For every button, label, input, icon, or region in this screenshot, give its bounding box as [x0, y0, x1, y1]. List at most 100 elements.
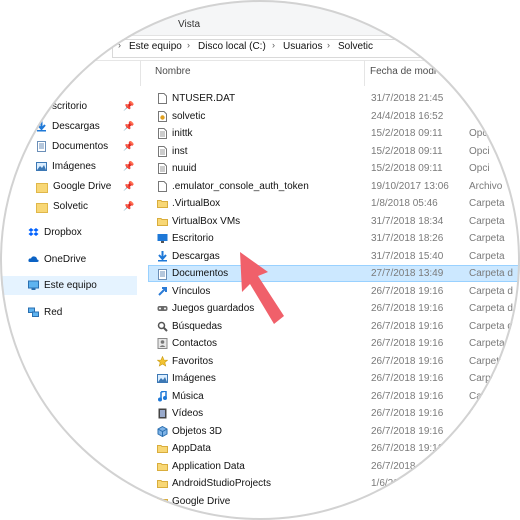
file-type: Carpeta [469, 215, 505, 227]
table-row[interactable]: Google Drive 26/7/2018 19:16 Carpeta d [140, 493, 520, 510]
table-row[interactable]: Música 26/7/2018 19:16 Carpeta d [140, 388, 520, 405]
table-row[interactable]: Application Data 26/7/2018 19:16 Carpeta d [140, 458, 520, 475]
folder-icon [36, 182, 48, 193]
table-row-selected[interactable]: Documentos 27/7/2018 13:49 Carpeta d [148, 265, 520, 282]
nav-label: Red [44, 307, 63, 318]
file-type: Carpeta d [469, 443, 513, 454]
nav-label: Dropbox [44, 227, 82, 238]
table-row[interactable]: inst 15/2/2018 09:11 Opci [140, 143, 520, 160]
table-row[interactable]: NTUSER.DAT 31/7/2018 21:45 [140, 90, 520, 107]
nav-quick-access[interactable]: o rápido [11, 78, 65, 97]
contacts-icon [157, 338, 168, 352]
file-date: 26/7/2018 19:16 [371, 460, 444, 472]
table-row[interactable]: Escritorio 31/7/2018 18:26 Carpeta [140, 230, 520, 247]
nav-item-documentos[interactable]: Documentos [36, 137, 108, 156]
file-date: 31/7/2018 15:40 [371, 250, 444, 262]
document-icon [36, 141, 47, 152]
breadcrumb-disco-local[interactable]: Disco local (C:) [198, 41, 266, 52]
breadcrumb-usuarios[interactable]: Usuarios [283, 41, 322, 52]
table-row[interactable]: Vínculos 26/7/2018 19:16 Carpeta d [140, 283, 520, 300]
table-row[interactable]: inittk 15/2/2018 09:11 Opci [140, 125, 520, 142]
breadcrumb-este-equipo[interactable]: Este equipo [129, 41, 182, 52]
file-date: 26/7/2018 19:16 [371, 443, 444, 454]
nav-item-onedrive[interactable]: OneDrive [28, 250, 86, 269]
file-type: Carpeta d [469, 390, 513, 402]
star-icon [11, 81, 24, 93]
nav-item-solvetic[interactable]: Solvetic [36, 197, 88, 216]
file-type: Carpeta d [469, 303, 513, 314]
table-row[interactable]: VirtualBox VMs 31/7/2018 18:34 Carpeta [140, 213, 520, 230]
table-row[interactable]: .emulator_console_auth_token 19/10/2017 1… [140, 178, 520, 195]
nav-label: Google Drive [53, 181, 112, 192]
nav-label: Este equipo [44, 280, 97, 291]
folder-icon [157, 443, 168, 457]
file-name: AppData [172, 443, 211, 454]
table-row[interactable]: .VirtualBox 1/8/2018 05:46 Carpeta [140, 195, 520, 212]
document-icon [157, 269, 168, 283]
file-date: 31/7/2018 18:26 [371, 233, 444, 244]
file-name: Documentos [172, 268, 229, 279]
column-divider[interactable] [364, 60, 365, 86]
nav-item-descargas[interactable]: Descargas [36, 117, 100, 136]
pin-icon: 📌 [123, 201, 135, 211]
file-type: Carpeta d [469, 285, 513, 297]
file-type: Carpeta d [469, 425, 513, 437]
pin-icon: 📌 [123, 141, 135, 151]
nav-item-imagenes[interactable]: Imágenes [36, 157, 96, 176]
table-row[interactable]: Descargas 31/7/2018 15:40 Carpeta [140, 248, 520, 265]
file-date: 31/7/2018 21:45 [371, 93, 444, 104]
table-row[interactable]: nuuid 15/2/2018 09:11 Opci [140, 160, 520, 177]
column-divider[interactable] [462, 60, 463, 86]
download-icon [157, 250, 168, 265]
nav-label: Solvetic [53, 201, 89, 212]
file-date: 26/7/2018 19:16 [371, 320, 444, 332]
file-type: Carpeta d [469, 355, 513, 367]
explorer-window: Vista › Este equipo › Disco local (C:) ›… [0, 0, 520, 520]
table-row[interactable]: solvetic 24/4/2018 16:52 [140, 108, 520, 125]
nav-item-red[interactable]: Red [28, 303, 62, 322]
nav-item-google-drive[interactable]: Google Drive [36, 177, 111, 196]
ribbon-tab-vista[interactable]: Vista [178, 19, 200, 30]
file-name: Objetos 3D [172, 425, 223, 437]
desktop-icon [36, 101, 47, 112]
nav-label: o rápido [28, 82, 65, 93]
table-row[interactable]: Contactos 26/7/2018 19:16 Carpeta d [140, 335, 520, 352]
pane-divider[interactable] [140, 60, 141, 86]
pin-icon: 📌 [123, 121, 135, 131]
table-row[interactable]: AndroidStudioProjects 1/6/2018 19:16 Carpe… [140, 475, 520, 492]
table-row[interactable]: Objetos 3D 26/7/2018 19:16 Carpeta d [140, 423, 520, 440]
file-type: Carpeta d [469, 373, 513, 384]
file-icon [157, 93, 168, 107]
text-file-icon [157, 128, 168, 142]
table-row[interactable]: Vídeos 26/7/2018 19:16 Carpeta d [140, 405, 520, 422]
nav-label: OneDrive [44, 254, 87, 265]
table-row[interactable]: AppData 26/7/2018 19:16 Carpeta d [140, 440, 520, 457]
nav-label: Imágenes [52, 161, 96, 172]
breadcrumb-solvetic[interactable]: Solvetic [338, 41, 373, 52]
cube-icon [157, 425, 168, 440]
file-date: 15/2/2018 09:11 [371, 163, 443, 174]
file-name: Favoritos [172, 355, 214, 367]
file-name: Música [172, 390, 204, 402]
column-header-date[interactable]: Fecha de modi [370, 66, 436, 77]
nav-item-dropbox[interactable]: Dropbox [28, 223, 82, 242]
file-date: 26/7/2018 19:16 [371, 285, 444, 297]
file-name: NTUSER.DAT [172, 93, 236, 104]
folder-icon [157, 198, 168, 212]
file-date: 1/8/2018 05:46 [371, 198, 438, 209]
file-name: .emulator_console_auth_token [172, 180, 309, 192]
folder-icon [157, 496, 168, 510]
nav-label: Descargas [52, 121, 100, 132]
table-row[interactable]: Búsquedas 26/7/2018 19:16 Carpeta d [140, 318, 520, 335]
table-row[interactable]: Favoritos 26/7/2018 19:16 Carpeta d [140, 353, 520, 370]
folder-icon [157, 478, 168, 492]
column-header-name[interactable]: Nombre [155, 66, 191, 77]
table-row[interactable]: Imágenes 26/7/2018 19:16 Carpeta d [140, 370, 520, 387]
table-row[interactable]: Juegos guardados 26/7/2018 19:16 Carpeta d [140, 300, 520, 317]
file-type: Carpeta [469, 198, 505, 209]
nav-item-escritorio[interactable]: scritorio [36, 97, 87, 116]
nav-label: scritorio [52, 101, 88, 112]
file-name: Google Drive [172, 495, 231, 507]
search-icon [157, 321, 168, 335]
nav-item-este-equipo[interactable]: Este equipo [0, 276, 137, 295]
